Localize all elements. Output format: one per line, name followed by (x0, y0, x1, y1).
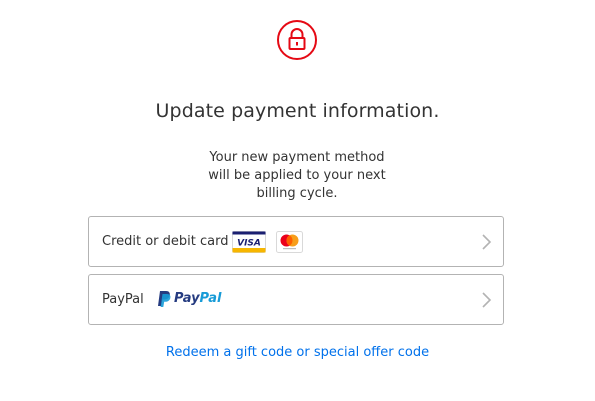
chevron-right-icon (479, 233, 493, 251)
visa-logo-text: VISA (237, 239, 261, 249)
paypal-option[interactable]: PayPal PayPal (88, 274, 504, 325)
paypal-option-label: PayPal (102, 292, 144, 307)
subtitle-line: Your new payment method (209, 150, 385, 165)
page-title: Update payment information. (155, 100, 440, 122)
chevron-right-icon (479, 291, 493, 309)
padlock-icon (276, 19, 318, 61)
mastercard-logo (276, 231, 303, 253)
redeem-gift-code-link[interactable]: Redeem a gift code or special offer code (0, 345, 595, 360)
paypal-wordmark: PayPal (174, 291, 221, 306)
paypal-wordmark-pay: Pay (174, 291, 200, 306)
subtitle-line: will be applied to your next (208, 168, 386, 183)
paypal-wordmark-pal: Pal (199, 291, 222, 306)
paypal-logo: PayPal (156, 290, 224, 310)
payment-page: Update payment information. Your new pay… (0, 0, 595, 401)
visa-logo: VISA (232, 231, 266, 253)
credit-debit-card-option[interactable]: Credit or debit card VISA (88, 216, 504, 267)
credit-card-option-label: Credit or debit card (102, 234, 229, 249)
page-subtitle: Your new payment method will be applied … (197, 149, 397, 203)
subtitle-line: billing cycle. (256, 186, 338, 201)
